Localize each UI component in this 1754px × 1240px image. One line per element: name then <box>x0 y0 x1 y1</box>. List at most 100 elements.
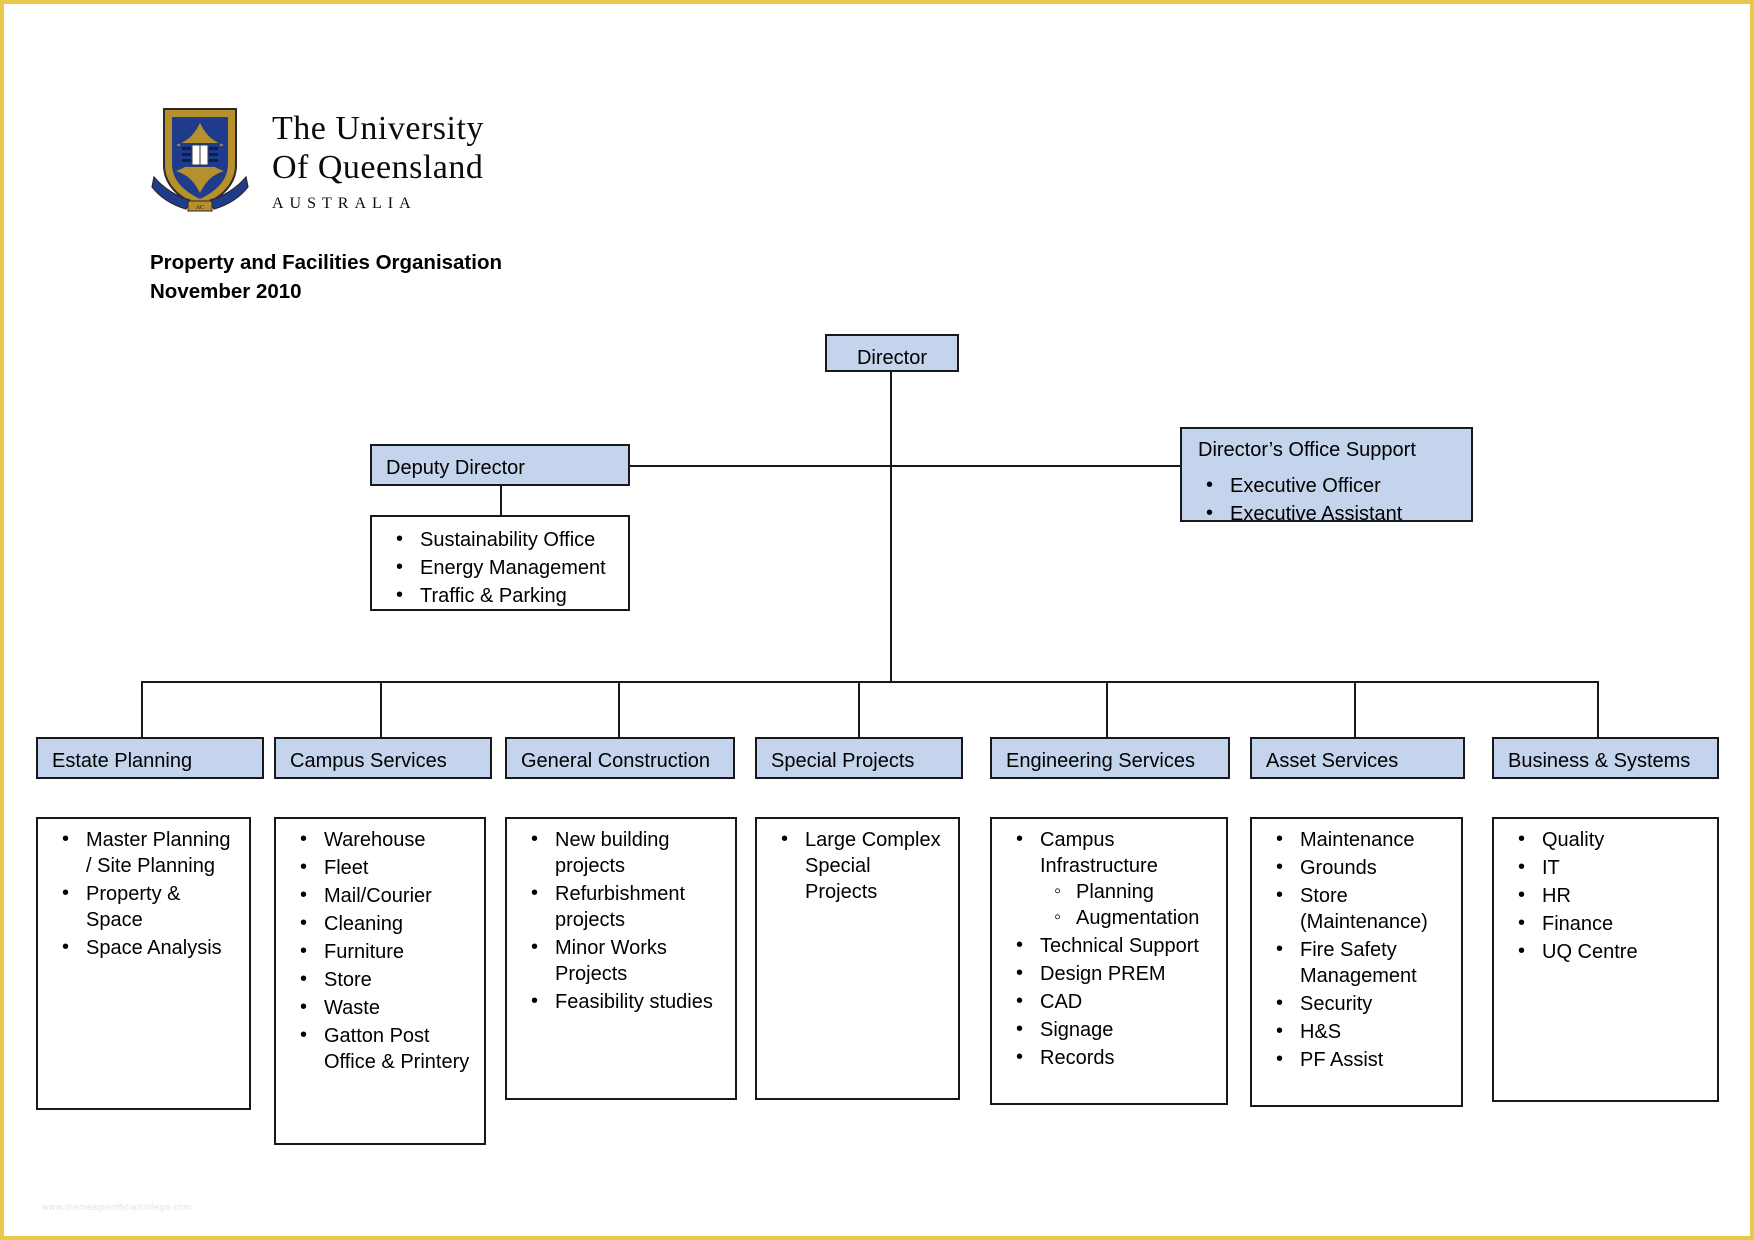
connector-division-bus <box>141 681 1598 683</box>
list-item: HR <box>1518 882 1707 909</box>
watermark-text: www.themeagleofficialcollege.com <box>42 1202 192 1212</box>
division-item-list: Master Planning / Site PlanningProperty … <box>38 819 249 973</box>
division-detail-4[interactable]: Large Complex Special Projects <box>755 817 960 1100</box>
node-director-label: Director <box>856 347 927 369</box>
list-item: New building projects <box>531 826 725 879</box>
division-item-list: WarehouseFleetMail/CourierCleaningFurnit… <box>276 819 484 1087</box>
list-item: Security <box>1276 990 1451 1017</box>
division-header-label: Business & Systems <box>1508 750 1691 772</box>
list-item: PF Assist <box>1276 1046 1451 1073</box>
division-item-list: MaintenanceGroundsStore (Maintenance)Fir… <box>1252 819 1461 1085</box>
sub-list-item: Planning <box>1054 878 1216 905</box>
division-detail-6[interactable]: MaintenanceGroundsStore (Maintenance)Fir… <box>1250 817 1463 1107</box>
division-header-label: General Construction <box>521 750 710 772</box>
connector-drop-7 <box>1597 681 1599 737</box>
list-item: Design PREM <box>1016 960 1216 987</box>
list-item: Grounds <box>1276 854 1451 881</box>
list-item: Fire Safety Management <box>1276 936 1451 989</box>
sub-list-item: Augmentation <box>1054 904 1216 931</box>
division-header-6[interactable]: Asset Services <box>1250 737 1465 779</box>
uq-crest-icon: AC <box>150 103 250 213</box>
support-title: Director’s Office Support <box>1198 439 1416 461</box>
list-item: Master Planning / Site Planning <box>62 826 239 879</box>
node-deputy-director[interactable]: Deputy Director <box>370 444 630 486</box>
division-header-1[interactable]: Estate Planning <box>36 737 264 779</box>
list-item: Maintenance <box>1276 826 1451 853</box>
connector-drop-1 <box>141 681 143 737</box>
list-item: Campus InfrastructurePlanningAugmentatio… <box>1016 826 1216 931</box>
division-item-list: Campus InfrastructurePlanningAugmentatio… <box>992 819 1226 1083</box>
list-item: Gatton Post Office & Printery <box>300 1022 474 1075</box>
node-deputy-director-units[interactable]: Sustainability OfficeEnergy ManagementTr… <box>370 515 630 611</box>
wordmark-line-1: The University <box>272 110 484 147</box>
list-item: CAD <box>1016 988 1216 1015</box>
division-detail-2[interactable]: WarehouseFleetMail/CourierCleaningFurnit… <box>274 817 486 1145</box>
division-item-list: QualityITHRFinanceUQ Centre <box>1494 819 1717 977</box>
list-item: Energy Management <box>396 554 618 581</box>
division-item-list: Large Complex Special Projects <box>757 819 958 917</box>
connector-drop-3 <box>618 681 620 737</box>
division-header-label: Special Projects <box>771 750 915 772</box>
division-header-7[interactable]: Business & Systems <box>1492 737 1719 779</box>
list-item: Executive Officer <box>1206 472 1461 499</box>
list-item: Space Analysis <box>62 934 239 961</box>
division-header-label: Engineering Services <box>1006 750 1195 772</box>
division-detail-1[interactable]: Master Planning / Site PlanningProperty … <box>36 817 251 1110</box>
division-header-label: Asset Services <box>1266 750 1399 772</box>
list-item: Mail/Courier <box>300 882 474 909</box>
list-item: H&S <box>1276 1018 1451 1045</box>
uq-branding: AC The University Of Queensland AUSTRALI… <box>150 103 484 213</box>
connector-drop-4 <box>858 681 860 737</box>
support-item-list: Executive OfficerExecutive Assistant <box>1182 463 1471 539</box>
division-header-label: Estate Planning <box>52 750 193 772</box>
connector-drop-6 <box>1354 681 1356 737</box>
node-directors-office-support[interactable]: Director’s Office Support Executive Offi… <box>1180 427 1473 526</box>
wordmark-line-2: Of Queensland <box>272 149 484 187</box>
division-detail-7[interactable]: QualityITHRFinanceUQ Centre <box>1492 817 1719 1102</box>
list-item: Sustainability Office <box>396 526 618 553</box>
division-header-label: Campus Services <box>290 750 447 772</box>
list-item: Signage <box>1016 1016 1216 1043</box>
connector-drop-5 <box>1106 681 1108 737</box>
list-item: UQ Centre <box>1518 938 1707 965</box>
list-item: Refurbishment projects <box>531 880 725 933</box>
page-title: Property and Facilities Organisation <box>150 251 503 274</box>
list-item: Records <box>1016 1044 1216 1071</box>
connector-spine-to-support <box>890 465 1180 467</box>
document-title-block: Property and Facilities Organisation Nov… <box>150 248 502 306</box>
list-item: Fleet <box>300 854 474 881</box>
list-item: Finance <box>1518 910 1707 937</box>
division-sub-item-list: PlanningAugmentation <box>1040 878 1216 931</box>
node-director[interactable]: Director <box>825 334 959 372</box>
division-detail-5[interactable]: Campus InfrastructurePlanningAugmentatio… <box>990 817 1228 1105</box>
list-item: Waste <box>300 994 474 1021</box>
connector-drop-2 <box>380 681 382 737</box>
deputy-unit-list: Sustainability OfficeEnergy ManagementTr… <box>372 517 628 621</box>
connector-director-spine <box>890 371 892 682</box>
list-item: Minor Works Projects <box>531 934 725 987</box>
list-item: Store <box>300 966 474 993</box>
division-header-2[interactable]: Campus Services <box>274 737 492 779</box>
list-item: Property & Space <box>62 880 239 933</box>
division-header-5[interactable]: Engineering Services <box>990 737 1230 779</box>
wordmark-line-3: AUSTRALIA <box>272 194 417 212</box>
list-item: Store (Maintenance) <box>1276 882 1451 935</box>
uq-wordmark: The University Of Queensland AUSTRALIA <box>272 109 484 213</box>
list-item: Furniture <box>300 938 474 965</box>
node-deputy-director-label: Deputy Director <box>386 457 525 479</box>
division-header-3[interactable]: General Construction <box>505 737 735 779</box>
list-item: Cleaning <box>300 910 474 937</box>
list-item: Executive Assistant <box>1206 500 1461 527</box>
division-detail-3[interactable]: New building projectsRefurbishment proje… <box>505 817 737 1100</box>
division-item-list: New building projectsRefurbishment proje… <box>507 819 735 1027</box>
svg-text:AC: AC <box>196 205 204 211</box>
list-item: IT <box>1518 854 1707 881</box>
list-item: Technical Support <box>1016 932 1216 959</box>
connector-deputy-to-spine <box>629 465 891 467</box>
document-date: November 2010 <box>150 280 302 304</box>
org-chart-page: AC The University Of Queensland AUSTRALI… <box>0 0 1754 1240</box>
list-item: Quality <box>1518 826 1707 853</box>
list-item: Large Complex Special Projects <box>781 826 948 905</box>
list-item: Feasibility studies <box>531 988 725 1015</box>
division-header-4[interactable]: Special Projects <box>755 737 963 779</box>
